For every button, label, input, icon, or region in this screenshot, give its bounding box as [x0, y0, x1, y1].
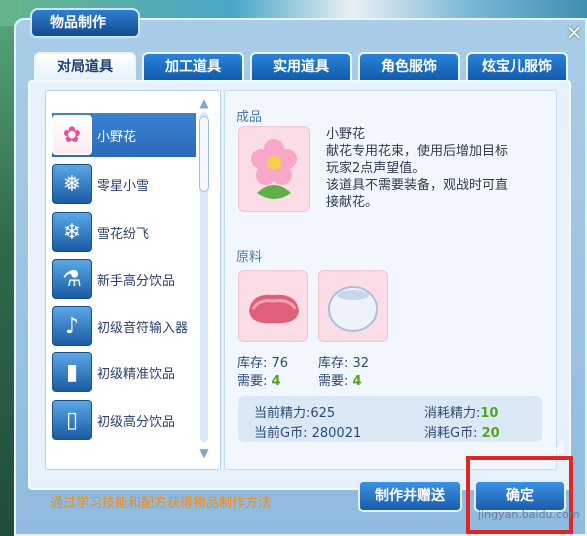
cost-energy: 消耗精力:10	[424, 402, 498, 421]
resource-summary: 当前精力:625 当前G币: 280021 消耗精力:10 消耗G币: 20	[238, 396, 542, 442]
category-tabs: 对局道具 加工道具 实用道具 角色服饰 炫宝儿服饰	[34, 52, 568, 80]
material-1-stock: 库存: 76	[237, 352, 288, 371]
list-item-label: 小野花	[97, 129, 137, 145]
list-item[interactable]: ▯ 初级高分饮品	[52, 398, 196, 442]
snow-icon: ❅	[52, 164, 92, 204]
material-1-need: 需要: 4	[237, 370, 281, 389]
product-description: 小野花 献花专用花束，使用后增加目标 玩家2点声望值。 该道具不需要装备，观战时…	[326, 126, 552, 211]
materials-header: 原料	[236, 250, 263, 265]
craft-and-gift-button[interactable]: 制作并赠送	[358, 480, 462, 512]
potion-icon: ⚗	[52, 259, 92, 299]
scroll-up-arrow-icon[interactable]: ▲	[196, 96, 212, 110]
current-energy: 当前精力:625	[254, 402, 335, 421]
cost-energy-value: 10	[480, 406, 499, 421]
cost-gold-label: 消耗G币:	[424, 426, 478, 441]
stock-value: 76	[271, 356, 289, 371]
current-energy-value: 625	[310, 406, 336, 421]
tab-pet-outfits[interactable]: 炫宝儿服饰	[466, 52, 568, 80]
list-item-label: 零星小雪	[97, 178, 150, 194]
need-label: 需要:	[237, 374, 268, 389]
tab-character-outfits[interactable]: 角色服饰	[358, 52, 460, 80]
current-gold-value: 280021	[311, 426, 362, 441]
need-label: 需要:	[318, 374, 349, 389]
cost-gold: 消耗G币: 20	[424, 422, 500, 441]
cost-energy-label: 消耗精力:	[424, 406, 481, 421]
stock-label: 库存:	[318, 356, 349, 371]
tab-utility-items[interactable]: 实用道具	[250, 52, 352, 80]
crafting-tip: 通过学习技能和配方获得物品制作方法	[50, 496, 272, 511]
meat-icon	[238, 270, 308, 342]
description-line: 玩家2点声望值。	[326, 161, 426, 176]
stock-label: 库存:	[237, 356, 268, 371]
product-name: 小野花	[326, 127, 366, 142]
scroll-down-arrow-icon[interactable]: ▼	[196, 446, 212, 460]
highlight-box	[466, 456, 573, 534]
list-item-label: 新手高分饮品	[97, 273, 176, 289]
current-gold: 当前G币: 280021	[254, 422, 361, 441]
close-button[interactable]: ×	[564, 22, 584, 42]
joystick-icon: ♪	[52, 306, 92, 346]
list-item[interactable]: ❅ 零星小雪	[52, 162, 196, 206]
drink-can-icon: ▯	[52, 400, 92, 440]
list-item-label: 初级音符输入器	[97, 320, 189, 336]
list-item[interactable]: ▮ 初级精准饮品	[52, 350, 196, 394]
list-item[interactable]: ✿ 小野花	[52, 113, 196, 157]
description-line: 该道具不需要装备，观战时可直	[326, 178, 509, 193]
snowflake-icon: ❄	[52, 212, 92, 252]
description-line: 献花专用花束，使用后增加目标	[326, 144, 509, 159]
need-value: 4	[271, 374, 281, 389]
material-2-need: 需要: 4	[318, 370, 362, 389]
list-item-label: 初级高分饮品	[97, 414, 176, 430]
tab-processing-items[interactable]: 加工道具	[142, 52, 244, 80]
drink-can-icon: ▮	[52, 352, 92, 392]
product-flower-icon	[238, 126, 310, 212]
window-title: 物品制作	[30, 8, 140, 38]
list-item[interactable]: ♪ 初级音符输入器	[52, 304, 196, 348]
flower-icon: ✿	[52, 115, 92, 155]
tab-match-items[interactable]: 对局道具	[34, 52, 136, 80]
list-item[interactable]: ❄ 雪花纷飞	[52, 210, 196, 254]
need-value: 4	[352, 374, 362, 389]
stock-value: 32	[352, 356, 370, 371]
list-item-label: 雪花纷飞	[97, 226, 150, 242]
current-gold-label: 当前G币:	[254, 426, 308, 441]
list-item-label: 初级精准饮品	[97, 366, 176, 382]
scrollbar-thumb[interactable]	[199, 116, 209, 192]
crystal-ball-icon	[318, 270, 388, 342]
list-item[interactable]: ⚗ 新手高分饮品	[52, 257, 196, 301]
watermark: jingyan.baidu.com	[478, 508, 580, 521]
cost-gold-value: 20	[481, 426, 500, 441]
current-energy-label: 当前精力:	[254, 406, 311, 421]
description-line: 接献花。	[326, 195, 379, 210]
panel-corner	[550, 440, 564, 454]
material-2-stock: 库存: 32	[318, 352, 369, 371]
product-header: 成品	[236, 110, 263, 125]
